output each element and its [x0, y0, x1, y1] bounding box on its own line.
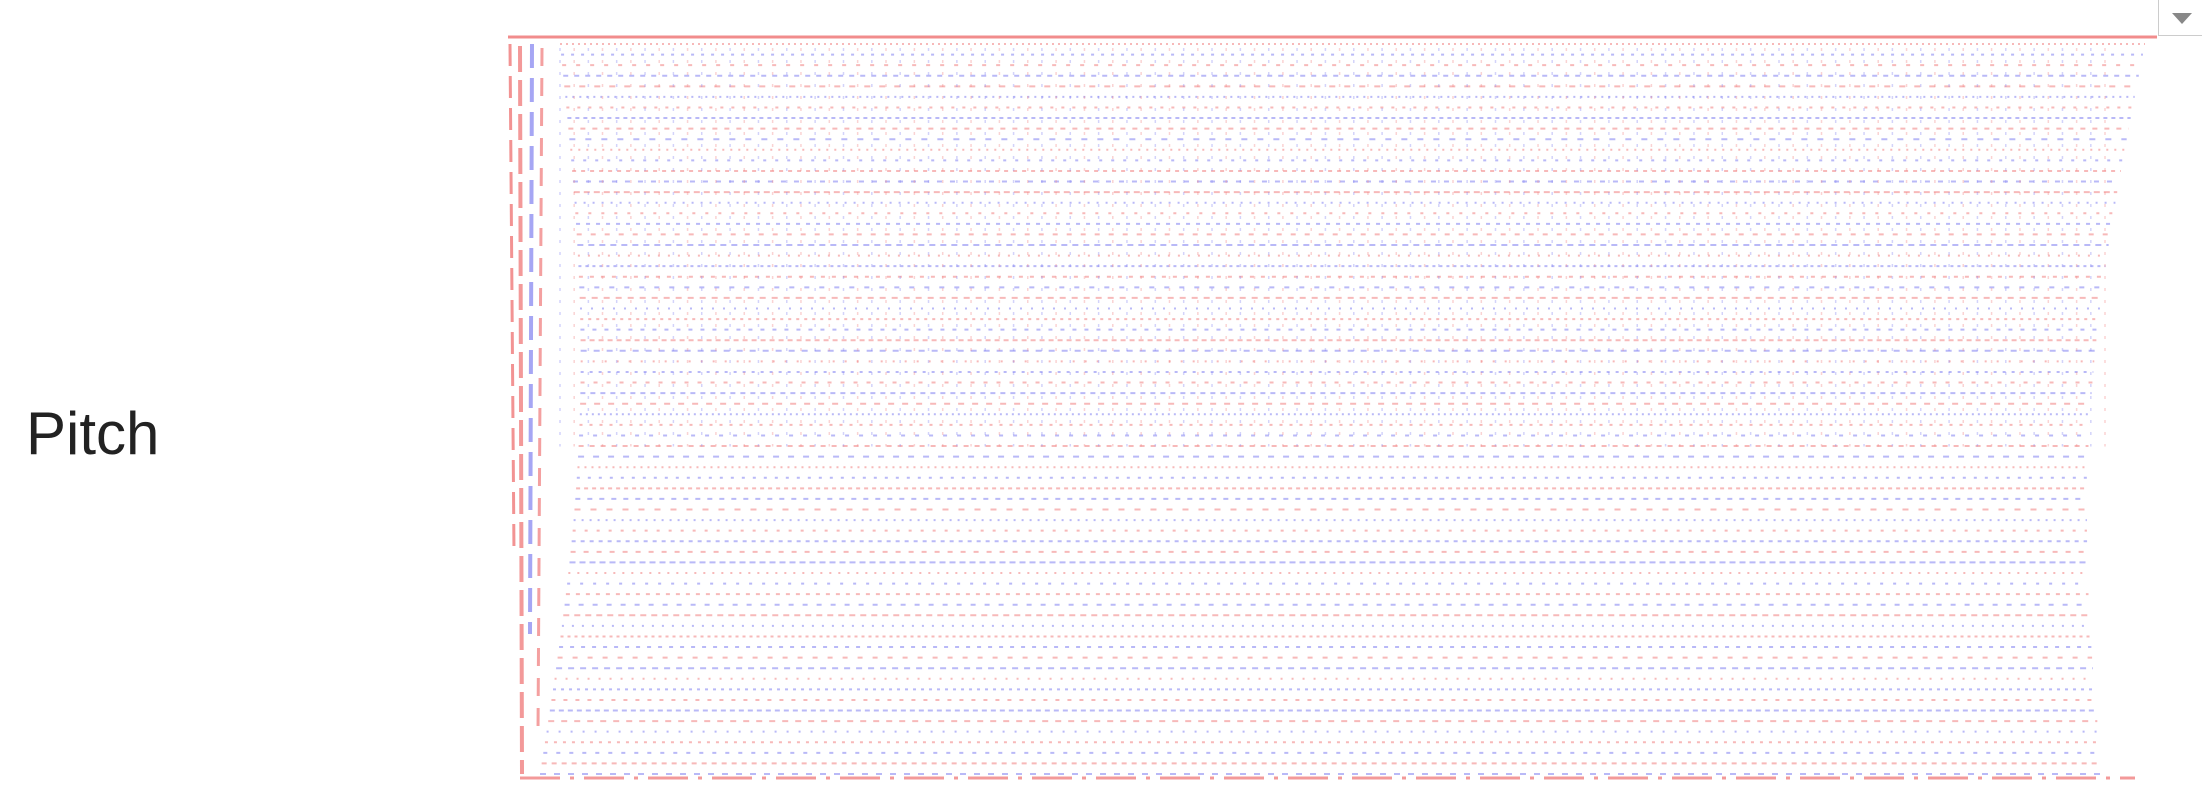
- pattern-left-edge: [508, 43, 516, 555]
- options-dropdown-button[interactable]: [2158, 0, 2202, 36]
- pattern-left-edge: [518, 45, 524, 775]
- pattern-left-edge: [528, 43, 534, 635]
- pitch-pattern-plot: [500, 34, 2165, 784]
- chevron-down-icon: [2172, 13, 2192, 24]
- pitch-label: Pitch: [26, 400, 160, 467]
- pattern-left-edge: [536, 47, 544, 735]
- pitch-visualization-panel: Pitch: [0, 0, 2202, 808]
- moire-pattern-canvas: [508, 35, 2157, 780]
